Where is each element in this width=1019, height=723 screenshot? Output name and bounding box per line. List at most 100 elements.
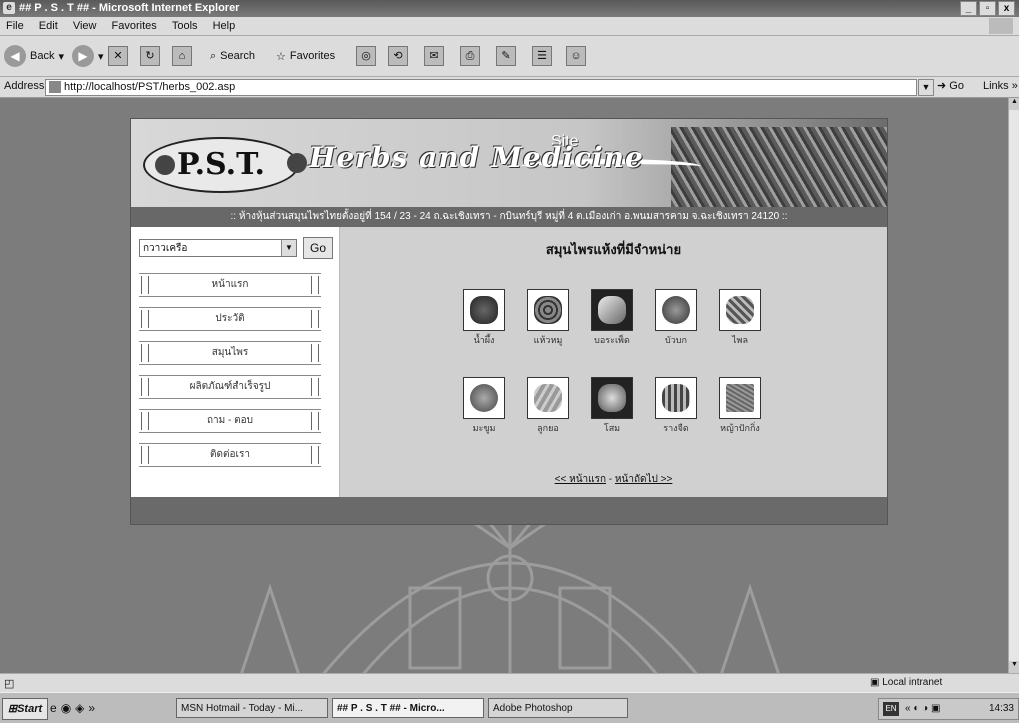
go-button[interactable]: ➜ Go <box>937 79 964 92</box>
herb-name[interactable]: หญ้าปักกิ่ง <box>716 421 764 435</box>
maximize-button[interactable]: ▫ <box>979 1 996 16</box>
menu-edit[interactable]: Edit <box>33 17 64 35</box>
herb-item[interactable]: บัวบก <box>652 289 700 347</box>
herb-thumbnail[interactable] <box>655 289 697 331</box>
forward-arrow-icon: ▶ <box>72 45 94 67</box>
herb-thumbnail[interactable] <box>591 289 633 331</box>
nav-products[interactable]: ผลิตภัณฑ์สำเร็จรูป <box>139 375 321 399</box>
outlook-quicklaunch-icon[interactable]: ◉ <box>61 701 75 715</box>
quick-launch: e◉◈» <box>50 701 99 715</box>
vertical-scrollbar[interactable]: ▲ ▼ <box>1008 98 1019 673</box>
go-label: Go <box>949 80 964 92</box>
herb-thumbnail[interactable] <box>655 377 697 419</box>
stop-icon[interactable]: ✕ <box>108 46 128 66</box>
herbs-page-title: สมุนไพรแห้งที่มีจำหน่าย <box>545 242 682 257</box>
herb-item[interactable]: โสม <box>588 377 636 435</box>
edit-icon[interactable]: ✎ <box>496 46 516 66</box>
address-url: http://localhost/PST/herbs_002.asp <box>64 81 236 93</box>
herb-name[interactable]: แห้วหมู <box>524 333 572 347</box>
herb-name[interactable]: น้ำผึ้ง <box>460 333 508 347</box>
herb-name[interactable]: ลูกยอ <box>524 421 572 435</box>
herb-item[interactable]: ไพล <box>716 289 764 347</box>
history-icon[interactable]: ⟲ <box>388 46 408 66</box>
search-button[interactable]: ⌕ Search <box>210 44 255 68</box>
herb-item[interactable]: หญ้าปักกิ่ง <box>716 377 764 435</box>
herb-thumbnail[interactable] <box>463 289 505 331</box>
menu-favorites[interactable]: Favorites <box>106 17 163 35</box>
menu-tools[interactable]: Tools <box>166 17 204 35</box>
pager-next-link[interactable]: หน้าถัดไป >> <box>615 474 672 485</box>
herb-go-button[interactable]: Go <box>303 237 333 259</box>
language-indicator[interactable]: EN <box>883 702 899 716</box>
site-tagline: Herbs and Medicine <box>309 141 644 174</box>
herb-thumbnail[interactable] <box>527 377 569 419</box>
herb-name[interactable]: ไพล <box>716 333 764 347</box>
discuss-icon[interactable]: ☰ <box>532 46 552 66</box>
herb-thumbnail[interactable] <box>463 377 505 419</box>
go-arrow-icon: ➜ <box>937 80 947 92</box>
logo-seal-icon-right <box>287 153 307 173</box>
clock[interactable]: 14:33 <box>989 699 1014 719</box>
ie-quicklaunch-icon[interactable]: e <box>50 701 61 715</box>
pst-logo: P.S.T. <box>143 137 307 193</box>
print-icon[interactable]: ⎙ <box>460 46 480 66</box>
back-label: Back <box>30 50 55 62</box>
scroll-up-icon[interactable]: ▲ <box>1009 98 1019 110</box>
links-button[interactable]: Links » <box>983 80 1018 92</box>
herb-name[interactable]: โสม <box>588 421 636 435</box>
herb-select[interactable]: กวาวเครือ ▼ <box>139 239 297 257</box>
herb-thumbnail[interactable] <box>527 289 569 331</box>
address-dropdown-icon[interactable]: ▼ <box>918 79 934 96</box>
nav-faq[interactable]: ถาม - ตอบ <box>139 409 321 433</box>
messenger-icon[interactable]: ☺ <box>566 46 586 66</box>
herb-item[interactable]: น้ำผึ้ง <box>460 289 508 347</box>
forward-button[interactable]: ▶ ▾ <box>72 44 104 68</box>
pager-first-link[interactable]: << หน้าแรก <box>555 474 606 485</box>
herb-item[interactable]: มะขูม <box>460 377 508 435</box>
desktop-quicklaunch-icon[interactable]: ◈ <box>75 701 88 715</box>
nav-home[interactable]: หน้าแรก <box>139 273 321 297</box>
intranet-icon: ▣ <box>870 677 880 688</box>
window-titlebar[interactable]: e ## P . S . T ## - Microsoft Internet E… <box>0 0 1019 17</box>
herb-item[interactable]: รางจืด <box>652 377 700 435</box>
nav-history[interactable]: ประวัติ <box>139 307 321 331</box>
address-label: Address <box>4 80 45 92</box>
close-button[interactable]: x <box>998 1 1015 16</box>
more-chevron-icon[interactable]: » <box>88 701 99 715</box>
herb-thumbnail[interactable] <box>719 377 761 419</box>
taskbar-pst-ie[interactable]: ## P . S . T ## - Micro... <box>332 698 484 718</box>
back-dropdown-icon: ▾ <box>58 50 64 63</box>
herb-thumbnail[interactable] <box>719 289 761 331</box>
menu-view[interactable]: View <box>67 17 103 35</box>
herb-leaves-photo <box>671 127 887 207</box>
taskbar-msn-hotmail[interactable]: MSN Hotmail - Today - Mi... <box>176 698 328 718</box>
refresh-icon[interactable]: ↻ <box>140 46 160 66</box>
tray-icons[interactable]: « ◐ ◑ ▣ <box>905 699 940 719</box>
home-icon[interactable]: ⌂ <box>172 46 192 66</box>
address-input[interactable]: http://localhost/PST/herbs_002.asp <box>45 79 917 96</box>
taskbar-photoshop[interactable]: Adobe Photoshop <box>488 698 628 718</box>
herb-item[interactable]: ลูกยอ <box>524 377 572 435</box>
mail-icon[interactable]: ✉ <box>424 46 444 66</box>
menu-help[interactable]: Help <box>207 17 242 35</box>
forward-dropdown-icon: ▾ <box>98 50 104 63</box>
back-button[interactable]: ◀ Back ▾ <box>4 44 64 68</box>
menu-bar: File Edit View Favorites Tools Help <box>0 17 1019 36</box>
nav-herbs[interactable]: สมุนไพร <box>139 341 321 365</box>
nav-contact[interactable]: ติดต่อเรา <box>139 443 321 467</box>
favorites-button[interactable]: ☆ Favorites <box>276 44 335 68</box>
herb-name[interactable]: มะขูม <box>460 421 508 435</box>
herb-name[interactable]: บอระเพ็ด <box>588 333 636 347</box>
minimize-button[interactable]: _ <box>960 1 977 16</box>
herb-name[interactable]: รางจืด <box>652 421 700 435</box>
media-icon[interactable]: ◎ <box>356 46 376 66</box>
scroll-down-icon[interactable]: ▼ <box>1009 661 1019 673</box>
herb-thumbnail[interactable] <box>591 377 633 419</box>
herb-item[interactable]: แห้วหมู <box>524 289 572 347</box>
menu-file[interactable]: File <box>0 17 30 35</box>
herb-item[interactable]: บอระเพ็ด <box>588 289 636 347</box>
select-arrow-icon: ▼ <box>281 240 296 256</box>
herb-name[interactable]: บัวบก <box>652 333 700 347</box>
search-icon: ⌕ <box>210 49 217 62</box>
start-button[interactable]: ⊞Start <box>2 698 48 720</box>
